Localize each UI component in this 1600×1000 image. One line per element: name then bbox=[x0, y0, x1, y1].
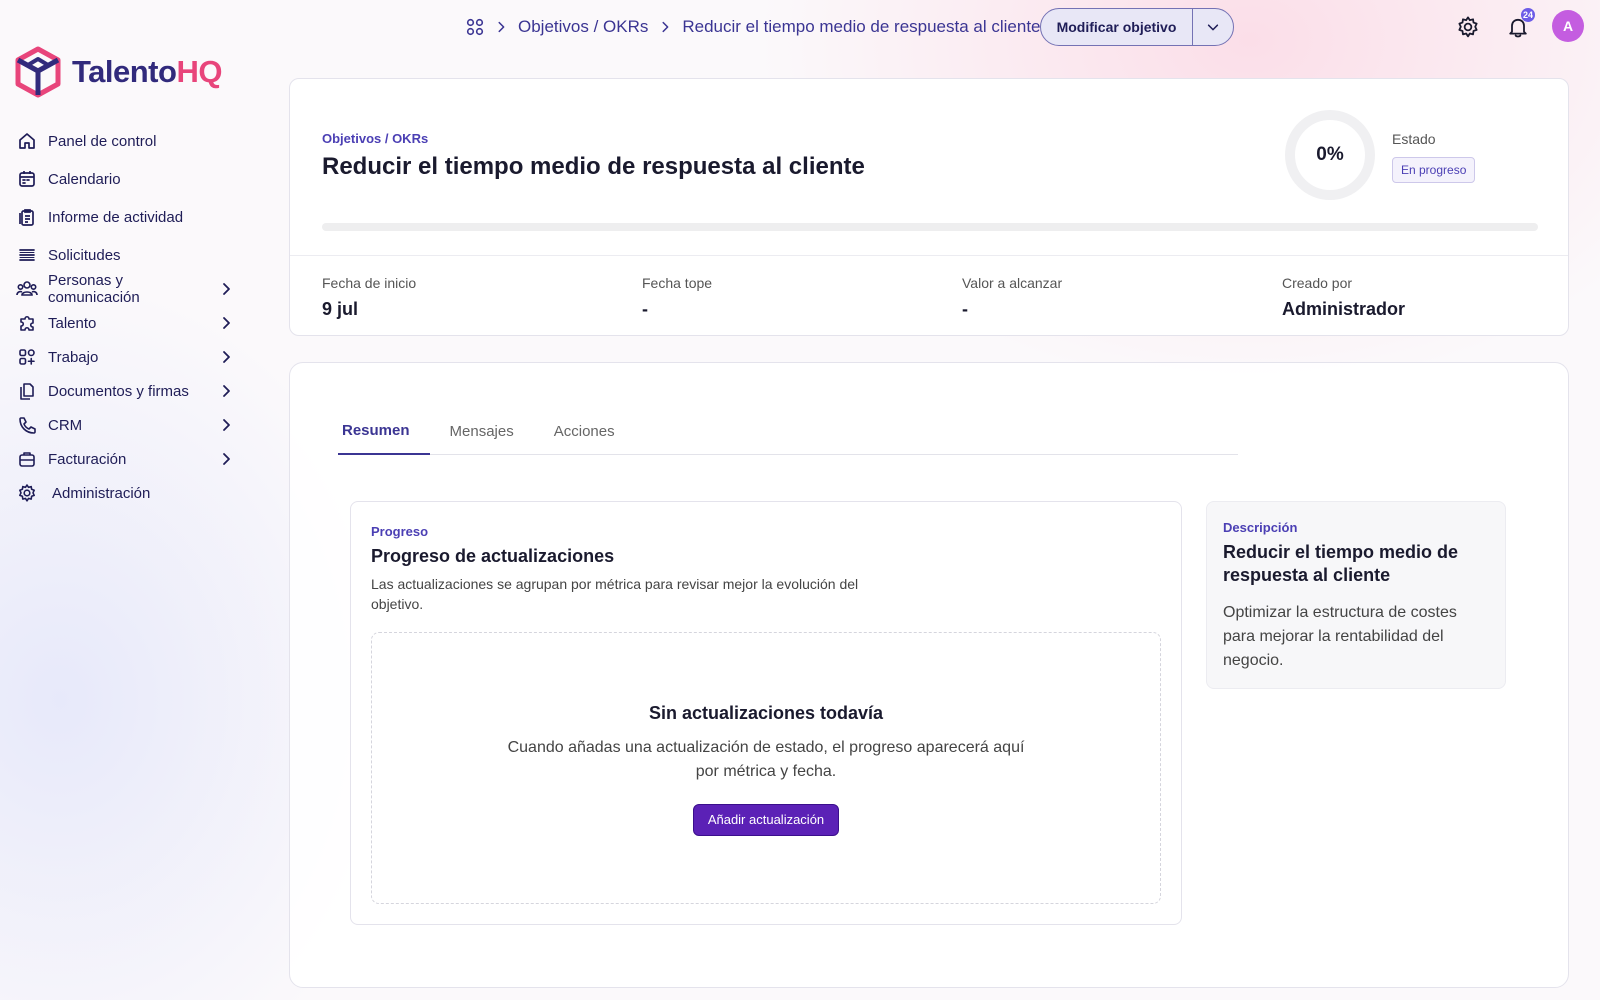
meta-value: Administrador bbox=[1282, 299, 1406, 319]
gear-icon bbox=[1458, 16, 1478, 38]
status-badge: En progreso bbox=[1392, 157, 1476, 183]
chevron-down-icon bbox=[1207, 24, 1219, 31]
calendar-icon bbox=[16, 168, 38, 190]
sidebar-item-label: Solicitudes bbox=[48, 246, 121, 264]
breadcrumb-item-current[interactable]: Reducir el tiempo medio de respuesta al … bbox=[682, 17, 1040, 37]
meta-value: - bbox=[642, 299, 648, 319]
people-icon bbox=[16, 278, 38, 300]
sidebar-item-label: Documentos y firmas bbox=[48, 382, 189, 400]
chevron-right-icon bbox=[223, 351, 230, 363]
chevron-right-icon bbox=[223, 453, 230, 465]
apps-grid-icon[interactable] bbox=[466, 18, 484, 36]
description-title: Reducir el tiempo medio de respuesta al … bbox=[1223, 542, 1459, 585]
meta-label: Fecha de inicio bbox=[322, 275, 417, 291]
progress-percent: 0% bbox=[1316, 144, 1344, 165]
sidebar-item-label: Facturación bbox=[48, 450, 127, 468]
notifications-button[interactable]: 24 bbox=[1503, 8, 1535, 42]
meta-deadline: Fecha tope - bbox=[642, 275, 712, 320]
brand-logo[interactable]: TalentoHQ bbox=[14, 46, 222, 98]
chevron-right-icon bbox=[223, 317, 230, 329]
chevron-right-icon bbox=[223, 385, 230, 397]
sidebar-item-label: Personas y comunicación bbox=[48, 272, 140, 306]
sidebar-item-label: Panel de control bbox=[48, 132, 157, 150]
documents-icon bbox=[16, 380, 38, 402]
chevron-right-icon bbox=[223, 419, 230, 431]
brand-name: TalentoHQ bbox=[72, 54, 222, 89]
puzzle-icon bbox=[16, 312, 38, 334]
cube-logo-icon bbox=[15, 46, 61, 98]
progress-updates-card: Progreso Progreso de actualizaciones Las… bbox=[350, 501, 1182, 925]
sidebar-item-talento[interactable]: Talento bbox=[16, 306, 240, 340]
briefcase-icon bbox=[16, 448, 38, 470]
home-icon bbox=[16, 130, 38, 152]
phone-icon bbox=[16, 414, 38, 436]
add-update-button[interactable]: Añadir actualización bbox=[692, 804, 840, 836]
sidebar-item-label: Talento bbox=[48, 314, 97, 332]
header-eyebrow: Objetivos / OKRs bbox=[322, 131, 429, 146]
progress-title: Progreso de actualizaciones bbox=[371, 546, 615, 566]
divider bbox=[290, 255, 1568, 256]
meta-value: - bbox=[962, 299, 968, 319]
meta-created-by: Creado por Administrador bbox=[1282, 275, 1405, 320]
sidebar-item-label: Administración bbox=[52, 484, 151, 502]
list-icon bbox=[16, 244, 38, 266]
breadcrumb: Objetivos / OKRs Reducir el tiempo medio… bbox=[466, 14, 1041, 40]
tab-resumen[interactable]: Resumen bbox=[338, 407, 430, 455]
tab-bar: Resumen Mensajes Acciones bbox=[338, 407, 1238, 455]
chevron-right-icon bbox=[498, 21, 505, 33]
tab-mensajes[interactable]: Mensajes bbox=[446, 407, 534, 455]
sidebar-item-personas[interactable]: Personas y comunicación bbox=[16, 272, 240, 306]
sidebar-item-panel[interactable]: Panel de control bbox=[16, 124, 240, 158]
meta-label: Fecha tope bbox=[642, 275, 713, 291]
avatar[interactable]: A bbox=[1552, 10, 1584, 42]
modify-objective-dropdown[interactable] bbox=[1193, 9, 1233, 45]
status-label: Estado bbox=[1392, 131, 1436, 147]
sidebar-item-informe[interactable]: Informe de actividad bbox=[16, 200, 240, 234]
gear-icon bbox=[16, 482, 38, 504]
objective-content-card: Resumen Mensajes Acciones Progreso Progr… bbox=[289, 362, 1569, 988]
sidebar-item-label: Trabajo bbox=[48, 348, 99, 366]
sidebar-item-label: Informe de actividad bbox=[48, 208, 184, 226]
tab-acciones[interactable]: Acciones bbox=[550, 407, 635, 455]
chevron-right-icon bbox=[662, 21, 669, 33]
progress-description: Las actualizaciones se agrupan por métri… bbox=[371, 576, 859, 612]
breadcrumb-item-objetivos[interactable]: Objetivos / OKRs bbox=[518, 17, 648, 37]
meta-label: Valor a alcanzar bbox=[962, 275, 1063, 291]
apps-icon bbox=[16, 346, 38, 368]
page-title: Reducir el tiempo medio de respuesta al … bbox=[322, 153, 865, 180]
sidebar-item-documentos[interactable]: Documentos y firmas bbox=[16, 374, 240, 408]
meta-label: Creado por bbox=[1282, 275, 1353, 291]
sidebar-item-solicitudes[interactable]: Solicitudes bbox=[16, 238, 240, 272]
settings-button[interactable] bbox=[1453, 12, 1483, 42]
sidebar-item-label: CRM bbox=[48, 416, 83, 434]
sidebar-item-calendario[interactable]: Calendario bbox=[16, 162, 240, 196]
description-text: Optimizar la estructura de costes para m… bbox=[1223, 604, 1457, 669]
sidebar-item-label: Calendario bbox=[48, 170, 121, 188]
sidebar-item-crm[interactable]: CRM bbox=[16, 408, 240, 442]
meta-target-value: Valor a alcanzar - bbox=[962, 275, 1062, 320]
modify-objective-button[interactable]: Modificar objetivo bbox=[1041, 9, 1193, 45]
empty-state-title: Sin actualizaciones todavía bbox=[648, 703, 884, 723]
sidebar-item-administracion[interactable]: Administración bbox=[16, 476, 240, 510]
meta-value: 9 jul bbox=[322, 299, 359, 319]
meta-start-date: Fecha de inicio 9 jul bbox=[322, 275, 416, 320]
notification-count-badge: 24 bbox=[1520, 8, 1535, 22]
sidebar-nav: Panel de control Calendario Informe de a… bbox=[16, 124, 240, 510]
objective-header-card: Objetivos / OKRs Reducir el tiempo medio… bbox=[289, 78, 1569, 336]
report-icon bbox=[16, 206, 38, 228]
progress-eyebrow: Progreso bbox=[371, 524, 429, 539]
empty-state-text: Cuando añadas una actualización de estad… bbox=[507, 739, 1025, 780]
description-eyebrow: Descripción bbox=[1223, 520, 1298, 535]
sidebar-item-trabajo[interactable]: Trabajo bbox=[16, 340, 240, 374]
progress-bar bbox=[322, 223, 1538, 231]
description-card: Descripción Reducir el tiempo medio de r… bbox=[1206, 501, 1506, 689]
modify-objective-button-group: Modificar objetivo bbox=[1040, 8, 1234, 46]
sidebar-item-facturacion[interactable]: Facturación bbox=[16, 442, 240, 476]
empty-state: Sin actualizaciones todavía Cuando añada… bbox=[371, 632, 1161, 904]
chevron-right-icon bbox=[223, 283, 230, 295]
